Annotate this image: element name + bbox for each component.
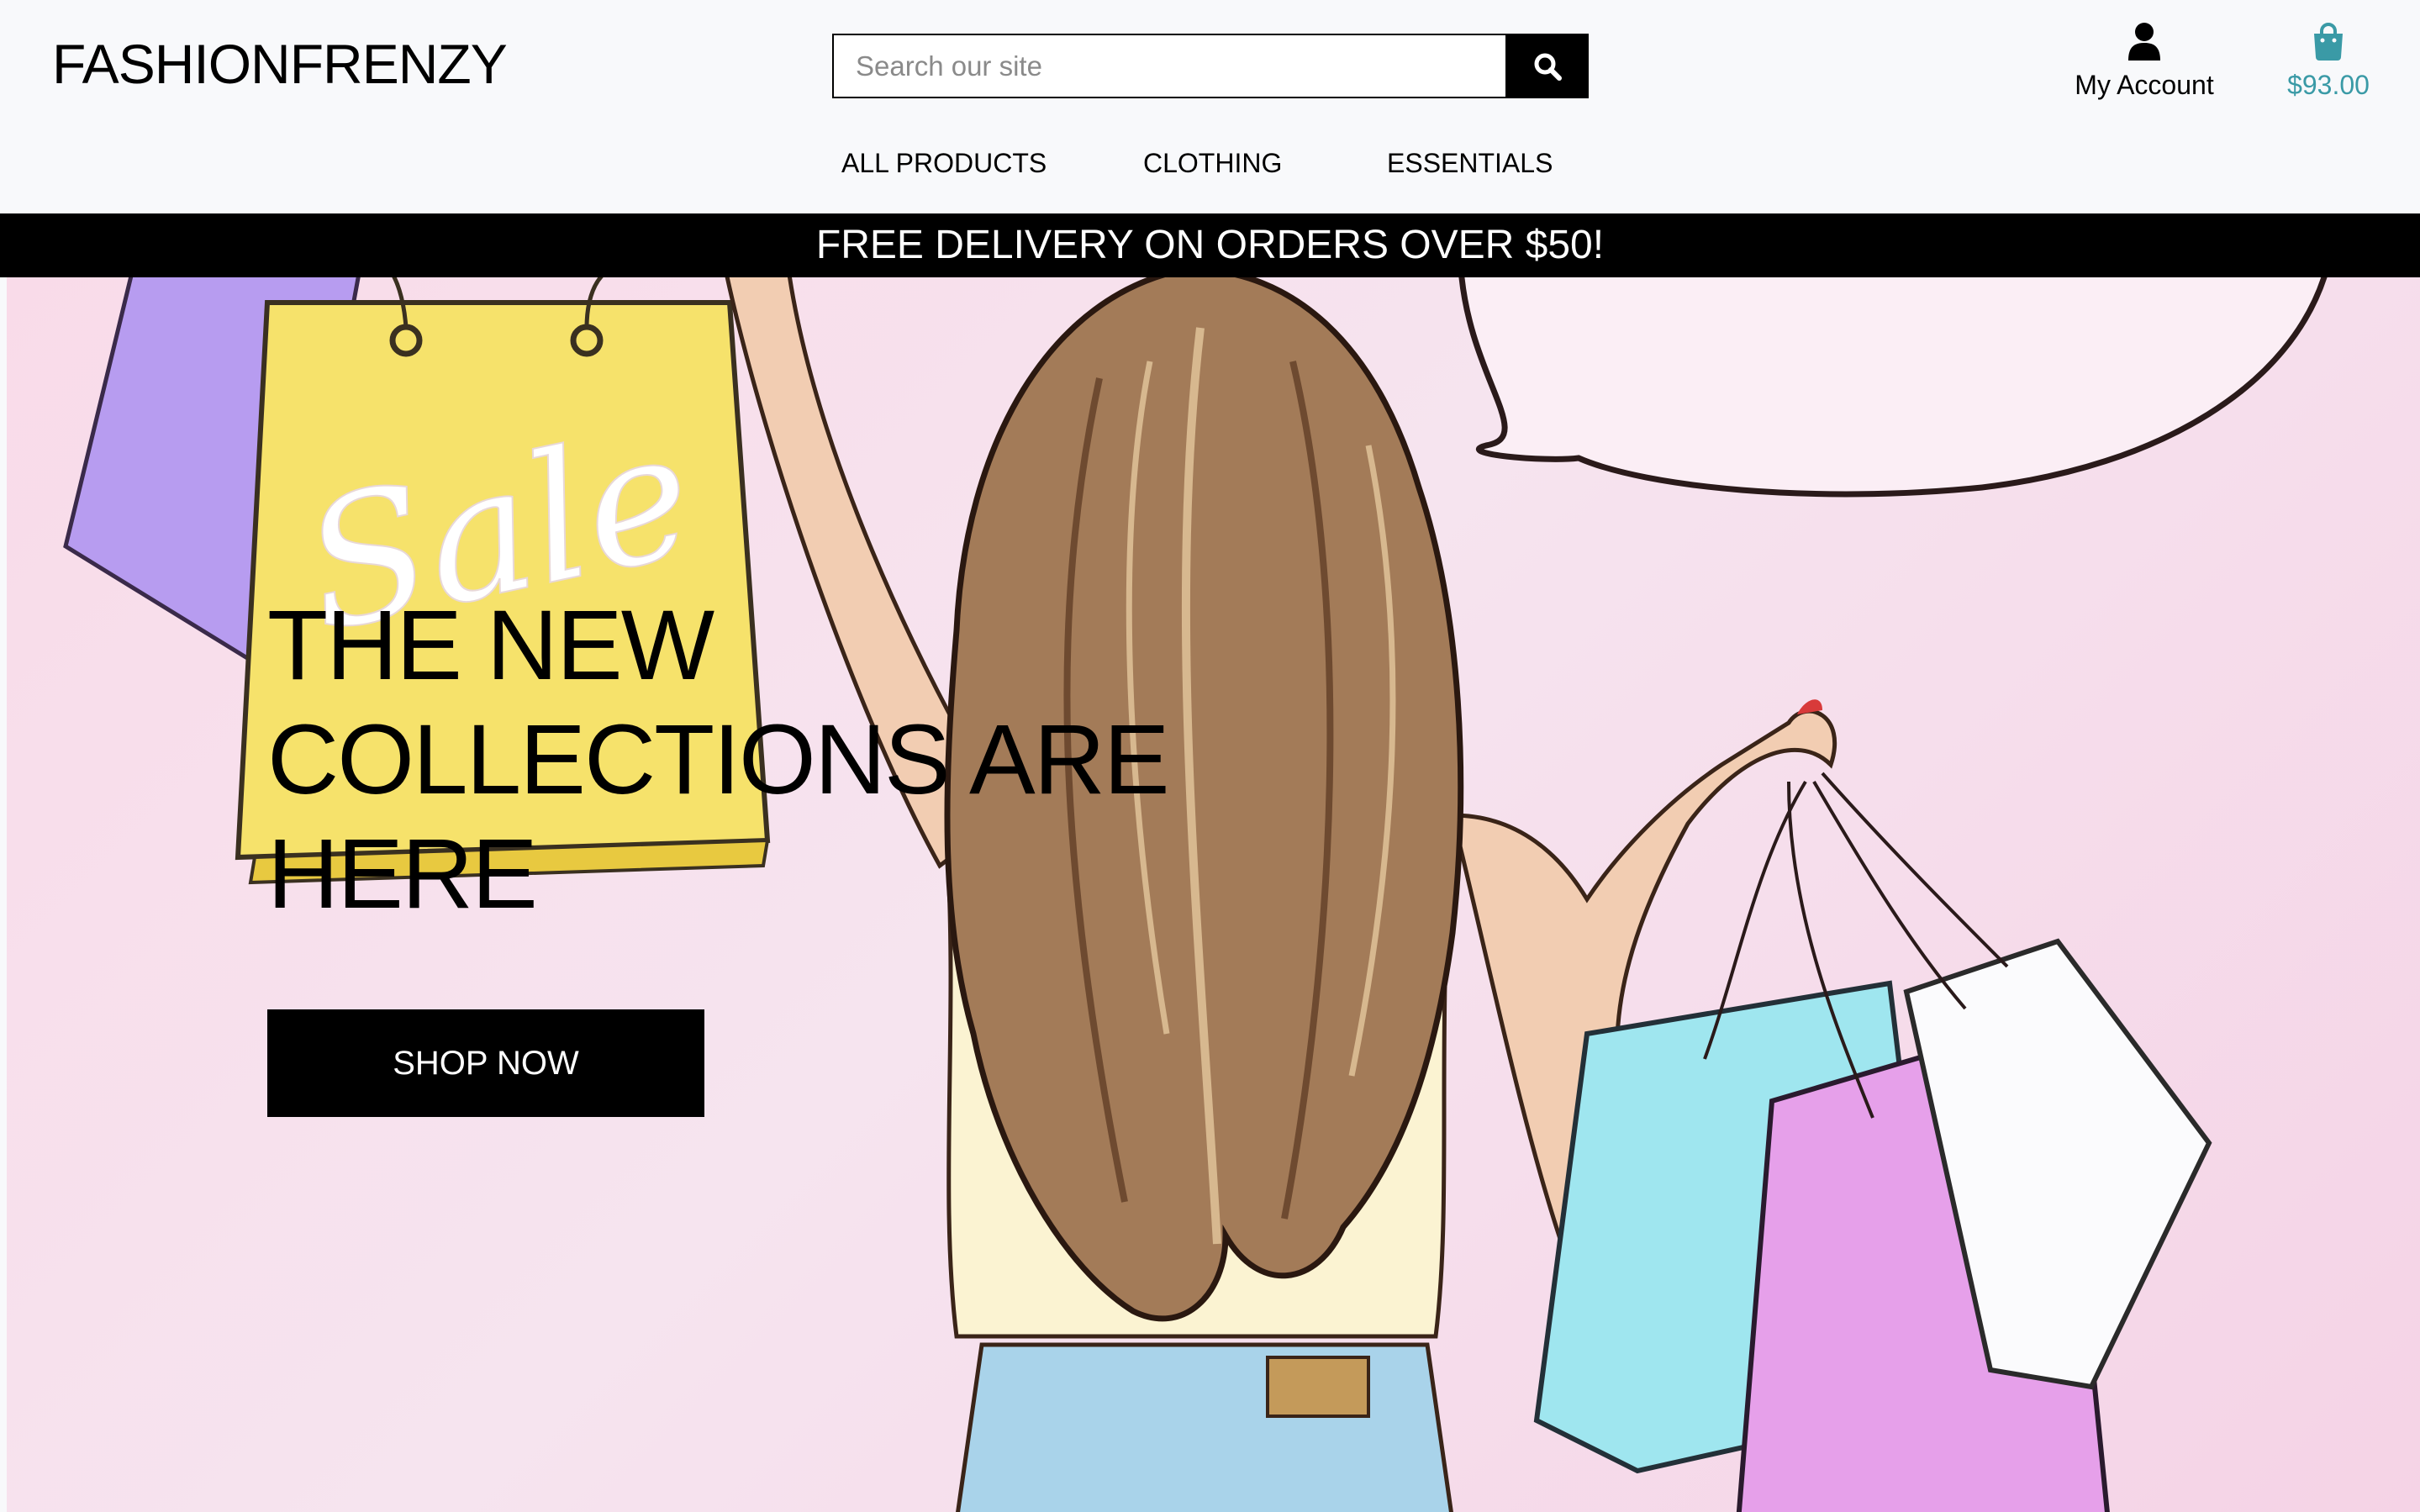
- nav-all-products[interactable]: ALL PRODUCTS: [841, 148, 1047, 179]
- search-icon: [1534, 53, 1562, 81]
- hero-section: Sale THE NEW COLLECTIONS ARE HERE SHOP N…: [7, 277, 2420, 1512]
- user-icon: [2128, 23, 2160, 61]
- my-account-link[interactable]: My Account: [2056, 22, 2233, 101]
- hero-title-line-2: COLLECTIONS ARE: [267, 704, 1170, 815]
- site-header: FASHIONFRENZY My Account $93.00 ALL PROD…: [0, 0, 2420, 213]
- free-delivery-banner: FREE DELIVERY ON ORDERS OVER $50!: [0, 213, 2420, 277]
- nav-essentials[interactable]: ESSENTIALS: [1387, 148, 1553, 179]
- search-input[interactable]: [832, 34, 1505, 98]
- nav-clothing[interactable]: CLOTHING: [1143, 148, 1282, 179]
- cart-total: $93.00: [2287, 70, 2370, 100]
- shopping-bag-icon: [2314, 23, 2343, 61]
- main-nav: ALL PRODUCTS CLOTHING ESSENTIALS: [0, 148, 2420, 188]
- shop-now-button[interactable]: SHOP NOW: [267, 1009, 704, 1117]
- search-bar: [832, 34, 1589, 98]
- hero-title-line-3: HERE: [267, 819, 538, 930]
- site-logo[interactable]: FASHIONFRENZY: [52, 32, 508, 96]
- hero-title: THE NEW COLLECTIONS ARE HERE: [267, 588, 1192, 931]
- search-button[interactable]: [1505, 34, 1589, 98]
- cart-link[interactable]: $93.00: [2270, 22, 2387, 101]
- hero-title-line-1: THE NEW: [267, 590, 714, 701]
- speech-bubble: [1458, 277, 2328, 498]
- my-account-label: My Account: [2075, 70, 2214, 100]
- jeans: [956, 1342, 1453, 1512]
